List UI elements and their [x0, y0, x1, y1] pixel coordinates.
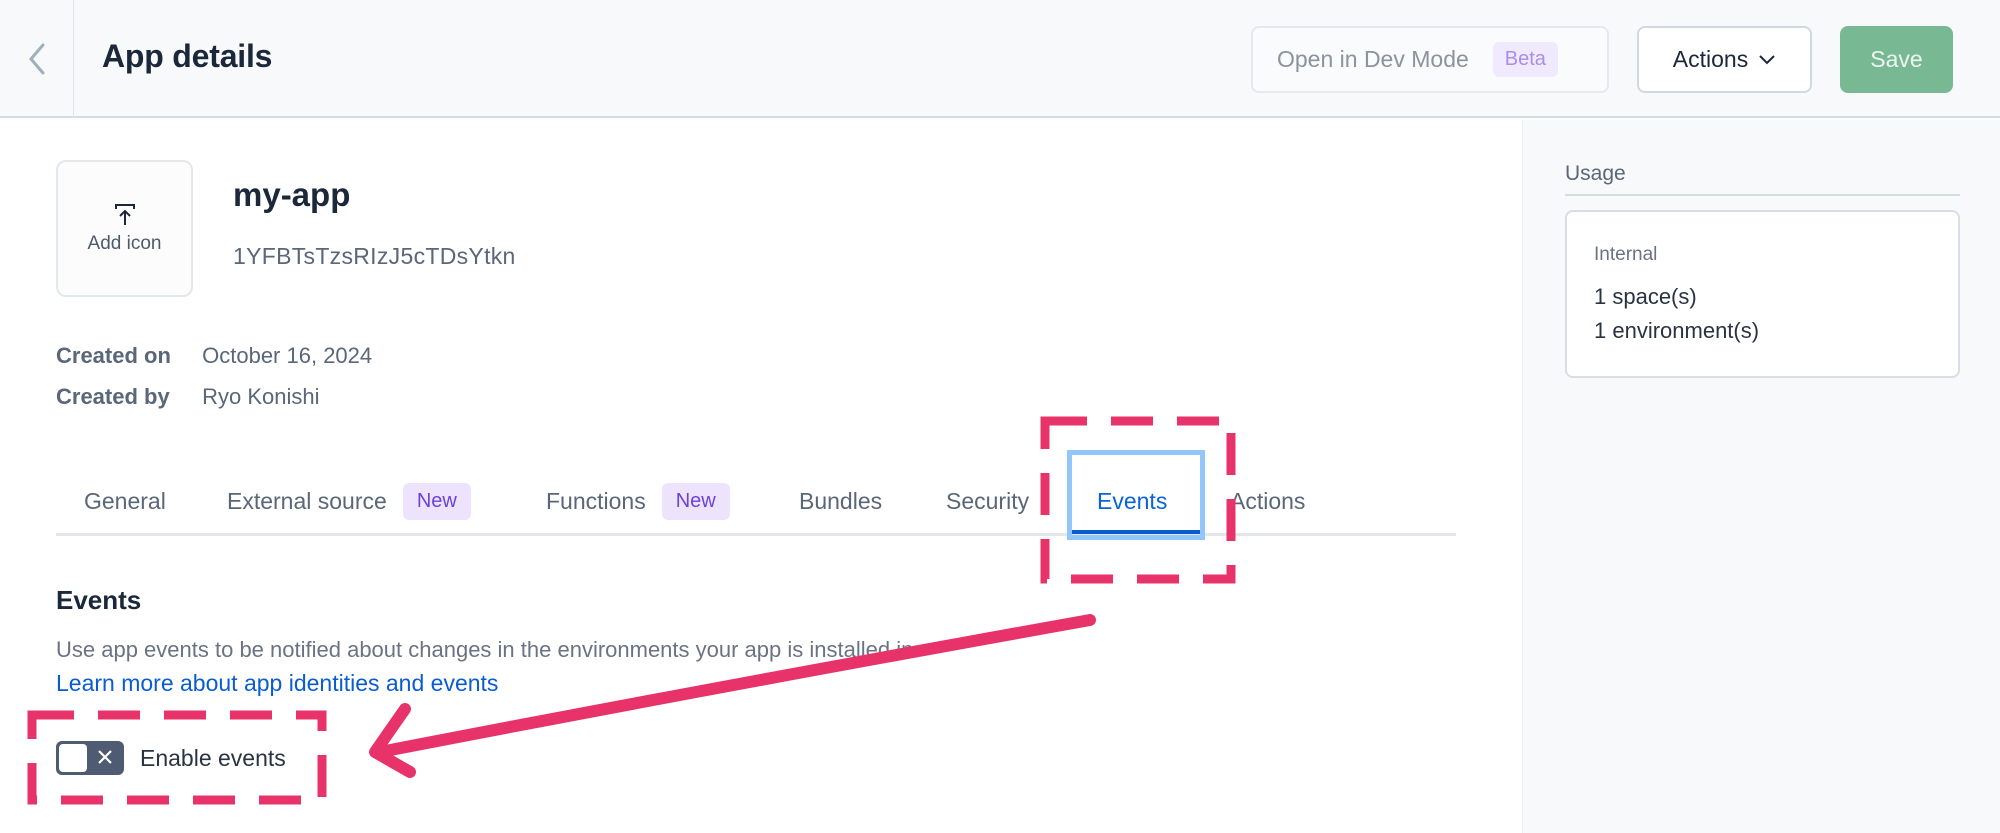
new-badge: New — [402, 482, 471, 520]
created-by-row: Created by Ryo Konishi — [56, 384, 320, 410]
close-icon — [98, 750, 112, 764]
events-description: Use app events to be notified about chan… — [56, 637, 920, 662]
tab-external-source[interactable]: External source New — [227, 470, 471, 532]
usage-panel: Usage Internal 1 space(s) 1 environment(… — [1522, 120, 2000, 833]
enable-events-row: Enable events — [56, 740, 286, 776]
active-tab-indicator — [1072, 530, 1200, 534]
tab-general[interactable]: General — [84, 470, 166, 532]
save-button[interactable]: Save — [1840, 26, 1953, 93]
usage-title: Usage — [1565, 162, 1626, 185]
tab-label: Functions — [546, 487, 646, 514]
enable-events-label: Enable events — [140, 744, 286, 771]
page-title: App details — [102, 38, 273, 74]
tab-label: External source — [227, 487, 387, 514]
tab-bundles[interactable]: Bundles — [799, 470, 882, 532]
created-by-label: Created by — [56, 384, 170, 409]
events-heading: Events — [56, 585, 142, 615]
tab-label: Actions — [1230, 487, 1306, 514]
tab-label: Security — [946, 487, 1030, 514]
usage-divider — [1565, 194, 1960, 196]
learn-more-link[interactable]: Learn more about app identities and even… — [56, 670, 498, 697]
new-badge: New — [661, 482, 730, 520]
chevron-left-icon — [28, 43, 44, 75]
created-on-label: Created on — [56, 343, 171, 368]
app-name: my-app — [233, 176, 351, 213]
tab-focus-ring — [1067, 450, 1205, 540]
tab-bar: General External source New Functions Ne… — [56, 470, 1456, 536]
upload-icon — [114, 203, 135, 225]
usage-card: Internal 1 space(s) 1 environment(s) — [1565, 210, 1960, 378]
tab-security[interactable]: Security — [946, 470, 1029, 532]
usage-spaces: 1 space(s) — [1594, 284, 1697, 309]
tab-functions[interactable]: Functions New — [546, 470, 730, 532]
created-on-row: Created on October 16, 2024 — [56, 343, 372, 369]
open-dev-mode-button[interactable]: Open in Dev Mode Beta — [1251, 26, 1609, 93]
created-by-value: Ryo Konishi — [202, 384, 320, 409]
usage-card-label: Internal — [1594, 244, 1658, 265]
dev-mode-label: Open in Dev Mode — [1277, 46, 1469, 72]
tab-label: General — [84, 487, 166, 514]
actions-label: Actions — [1672, 46, 1749, 72]
tab-label: Bundles — [799, 487, 883, 514]
back-button[interactable] — [0, 0, 74, 118]
chevron-down-icon — [1759, 54, 1775, 64]
usage-environments: 1 environment(s) — [1594, 318, 1760, 343]
top-bar: App details Open in Dev Mode Beta Action… — [0, 0, 2000, 118]
app-id: 1YFBTsTzsRIzJ5cTDsYtkn — [233, 243, 516, 269]
created-on-value: October 16, 2024 — [202, 343, 373, 368]
add-icon-button[interactable]: Add icon — [56, 160, 193, 297]
tab-actions[interactable]: Actions — [1230, 470, 1305, 532]
annotation-arrowhead — [369, 703, 416, 778]
add-icon-label: Add icon — [87, 232, 162, 254]
beta-badge: Beta — [1492, 42, 1558, 77]
enable-events-toggle[interactable] — [56, 741, 124, 775]
toggle-knob — [59, 744, 87, 772]
actions-dropdown-button[interactable]: Actions — [1637, 26, 1812, 93]
